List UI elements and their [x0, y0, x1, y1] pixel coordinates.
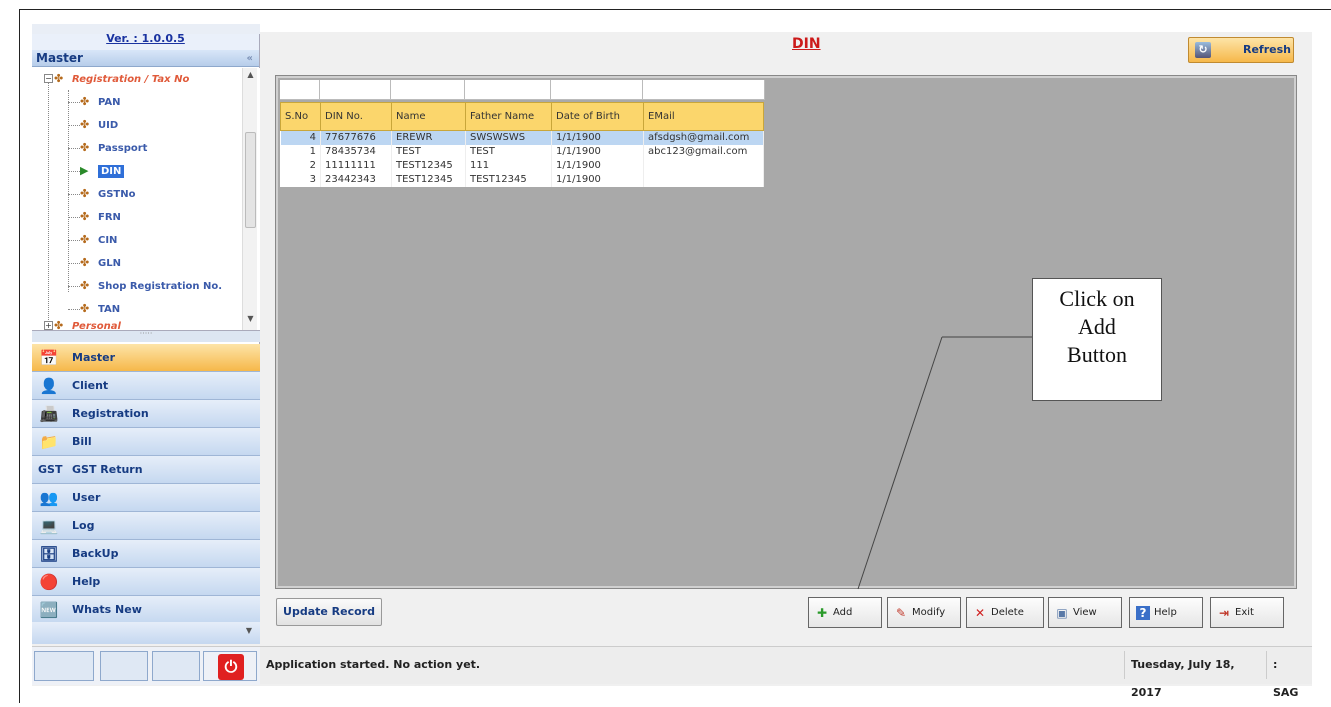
- status-cell[interactable]: [34, 651, 94, 681]
- callout-text: Button: [1067, 342, 1127, 367]
- callout-text: Click on: [1059, 286, 1135, 311]
- callout-text: Add: [1078, 314, 1116, 339]
- add-button-callout: Click on Add Button: [1032, 278, 1162, 401]
- status-date: Tuesday, July 18, 2017: [1124, 651, 1264, 699]
- power-button[interactable]: ⏻: [203, 651, 257, 681]
- layout-left-icon[interactable]: [100, 651, 148, 681]
- callout-line: [857, 336, 943, 590]
- status-left-panel: ⏻: [32, 647, 260, 685]
- power-icon: ⏻: [218, 654, 244, 680]
- status-user: : SAG: [1266, 651, 1306, 699]
- status-bar: ⏻ Application started. No action yet. Tu…: [32, 646, 1312, 699]
- status-message: Application started. No action yet.: [266, 658, 481, 671]
- layout-right-icon[interactable]: [152, 651, 200, 681]
